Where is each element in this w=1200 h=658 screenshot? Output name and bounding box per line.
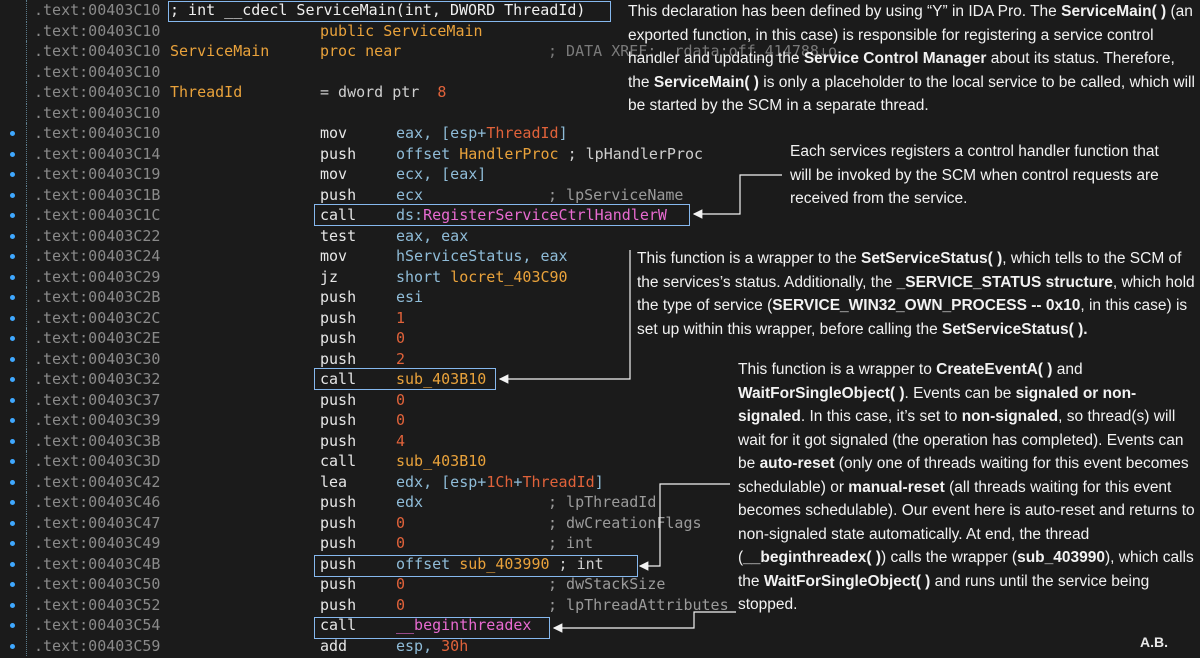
arrow-to-register-call	[692, 174, 782, 219]
note-servicemain-declaration: This declaration has been defined by usi…	[628, 3, 1195, 114]
author-signature: A.B.	[1140, 634, 1168, 650]
note-setservicestatus-wrapper: This function is a wrapper to the SetSer…	[637, 250, 1195, 338]
note-event-wrapper: This function is a wrapper to CreateEven…	[738, 361, 1195, 613]
arrow-to-sub-403990	[638, 483, 730, 571]
arrow-to-sub-403b10	[498, 250, 631, 384]
note-control-handler: Each services registers a control handle…	[790, 143, 1159, 207]
arrow-to-beginthreadex	[552, 611, 736, 633]
